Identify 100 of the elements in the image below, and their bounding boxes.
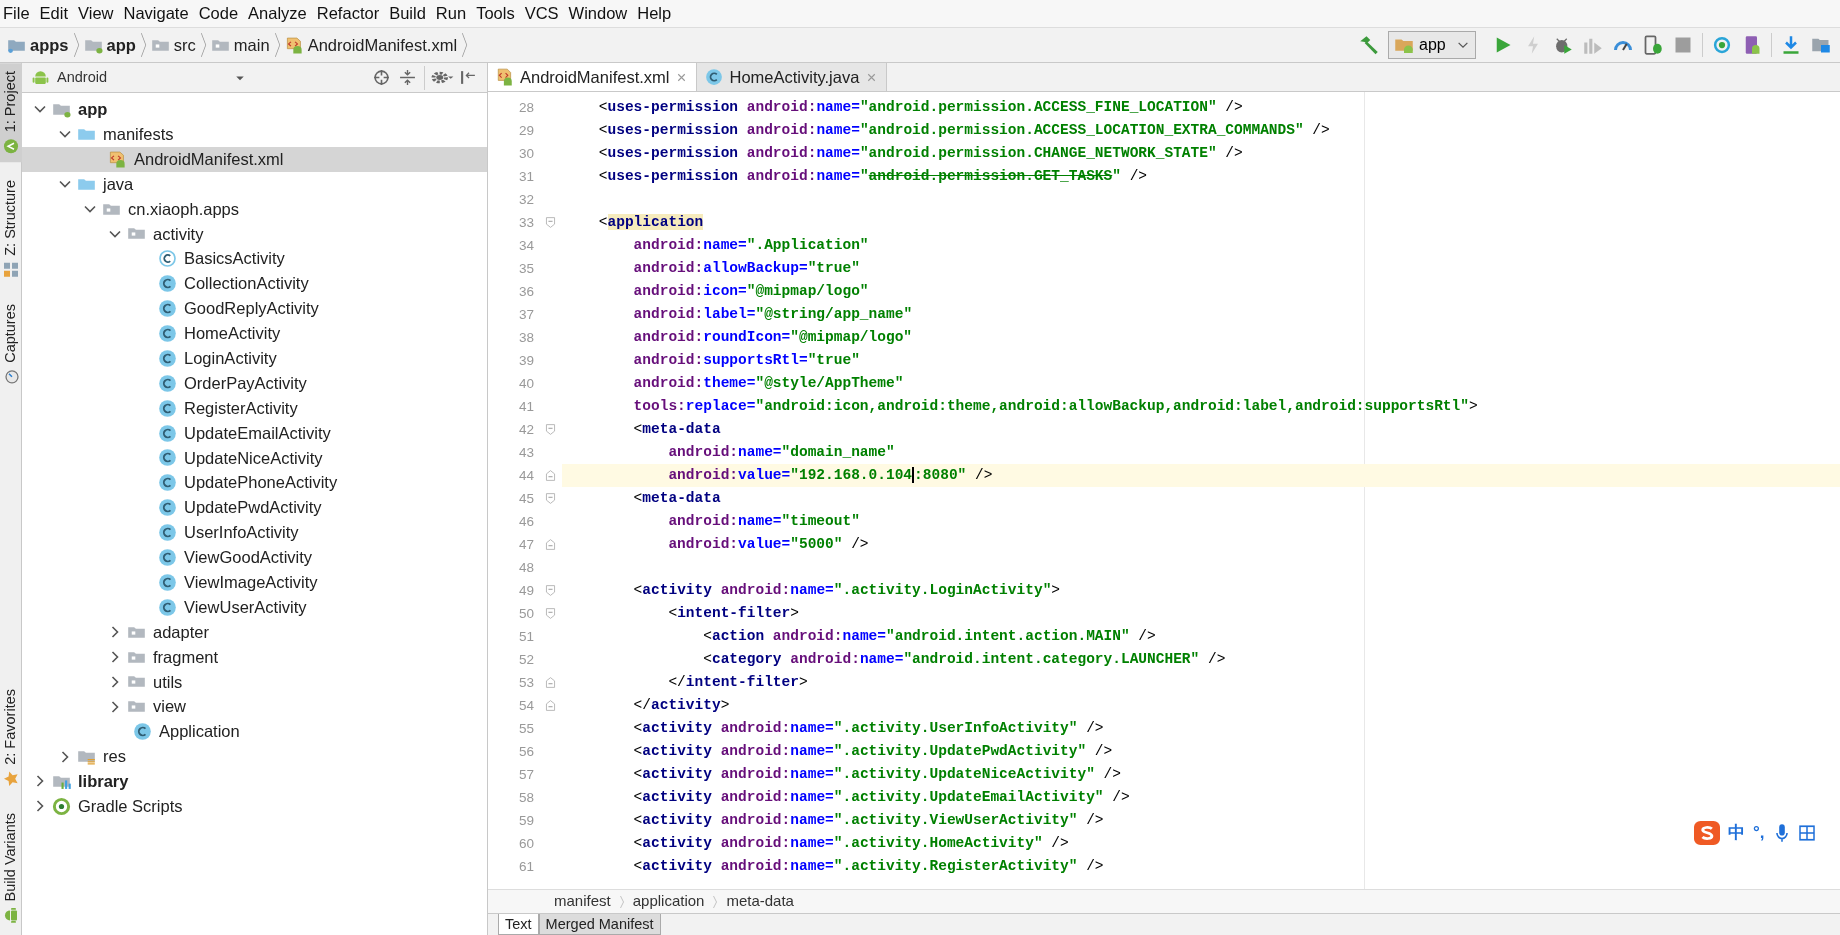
menu-item[interactable]: Window [565, 0, 635, 27]
code-line: android:name="timeout" [667, 512, 860, 531]
breadcrumb-item[interactable]: meta-data [724, 890, 796, 913]
line-number: 43 [517, 444, 535, 462]
punctuation-mode-label[interactable]: °, [1753, 820, 1765, 846]
line-number: 32 [517, 191, 535, 209]
breadcrumb-item[interactable]: main [207, 32, 273, 58]
settings-icon[interactable] [430, 69, 454, 86]
tool-window-tab[interactable]: Build Variants [0, 804, 22, 931]
sync-icon [1712, 35, 1732, 55]
tree-item[interactable]: OrderPayActivity [22, 370, 487, 396]
resource-folder-icon [77, 748, 96, 766]
menu-item[interactable]: Refactor [313, 0, 387, 27]
code-line: android:allowBackup="true" [632, 259, 860, 278]
menu-item[interactable]: Run [432, 0, 474, 27]
menu-item[interactable]: Help [634, 0, 679, 27]
tree-item[interactable]: adapter [22, 619, 487, 645]
tree-item[interactable]: ViewImageActivity [22, 569, 487, 595]
breadcrumb-item[interactable]: apps [4, 32, 72, 58]
line-number: 54 [517, 697, 535, 715]
menu-item[interactable]: Code [195, 0, 246, 27]
code-line: android:supportsRtl="true" [632, 351, 860, 370]
tree-item[interactable]: ViewGoodActivity [22, 545, 487, 570]
library-folder-icon [52, 773, 71, 790]
tool-window-tab[interactable]: Captures [0, 296, 22, 393]
line-number: 60 [517, 835, 535, 853]
tree-item[interactable]: library [22, 769, 487, 794]
code-line: <activity android:name=".activity.UpdateEmailActivity" /> [632, 788, 1130, 807]
breadcrumb-item[interactable]: manifest [552, 890, 613, 913]
menu-item[interactable]: File [0, 0, 37, 27]
collapse-icon[interactable] [398, 69, 416, 86]
crosshair-icon[interactable] [372, 69, 390, 86]
breadcrumb-item[interactable]: src [147, 32, 199, 58]
hide-panel-icon[interactable] [459, 69, 477, 86]
stop-icon [1673, 35, 1693, 55]
tree-item[interactable]: LoginActivity [22, 345, 487, 371]
run-config-dropdown[interactable]: app [1388, 31, 1476, 59]
tree-item[interactable]: UpdatePwdActivity [22, 495, 487, 521]
tree-item[interactable]: HomeActivity [22, 321, 487, 346]
line-number: 34 [517, 237, 535, 255]
tool-window-tab[interactable]: 1: Project [0, 63, 22, 163]
code-line: <category android:name="android.intent.category.LAUNCHER" /> [702, 650, 1226, 669]
tree-item[interactable]: RegisterActivity [22, 395, 487, 421]
menu-item[interactable]: View [75, 0, 121, 27]
tree-item[interactable]: view [22, 694, 487, 720]
tree-item[interactable]: Gradle Scripts [22, 793, 487, 819]
tree-item[interactable]: cn.xiaoph.apps [22, 196, 487, 222]
xml-file-icon [284, 36, 304, 54]
tree-item[interactable]: fragment [22, 644, 487, 670]
code-line: <uses-permission android:name="android.permission.GET_TASKS" /> [597, 167, 1148, 186]
class-icon [705, 68, 724, 86]
tree-item[interactable]: Application [22, 719, 487, 745]
tree-item[interactable]: app [22, 97, 487, 122]
menu-item[interactable]: Build [386, 0, 433, 27]
editor-mode-tab[interactable]: Merged Manifest [538, 914, 661, 935]
breadcrumb-item[interactable]: AndroidManifest.xml [281, 32, 461, 58]
editor-mode-tab[interactable]: Text [498, 914, 539, 935]
class-icon [158, 323, 177, 343]
editor-tab[interactable]: AndroidManifest.xml [488, 63, 698, 91]
tool-window-tab[interactable]: Z: Structure [0, 172, 22, 286]
bug-icon [1553, 35, 1573, 55]
code-line: <action android:name="android.intent.action.MAIN" /> [702, 627, 1156, 646]
input-method-logo-icon[interactable] [1694, 821, 1720, 845]
tree-item[interactable]: UpdateEmailActivity [22, 420, 487, 446]
code-line: <uses-permission android:name="android.permission.ACCESS_FINE_LOCATION" /> [597, 98, 1243, 117]
tree-item[interactable]: CollectionActivity [22, 271, 487, 297]
code-line: <uses-permission android:name="android.permission.ACCESS_LOCATION_EXTRA_COMMANDS" /> [597, 121, 1330, 140]
code-line: <activity android:name=".activity.RegisterActivity" /> [632, 857, 1104, 876]
breadcrumb-item[interactable]: application [630, 890, 707, 913]
chevron-right-icon [460, 33, 470, 57]
tree-item[interactable]: UpdatePhoneActivity [22, 470, 487, 496]
tree-item[interactable]: UserInfoActivity [22, 520, 487, 546]
tree-item[interactable]: manifests [22, 121, 487, 147]
tree-item[interactable]: BasicsActivity [22, 246, 487, 272]
input-mode-label[interactable]: 中 [1728, 820, 1745, 846]
tree-item[interactable]: UpdateNiceActivity [22, 445, 487, 471]
tree-item[interactable]: res [22, 744, 487, 770]
menu-item[interactable]: Analyze [245, 0, 314, 27]
tree-item[interactable]: java [22, 171, 487, 197]
menu-item[interactable]: Edit [36, 0, 76, 27]
keyboard-icon[interactable] [1798, 824, 1815, 842]
chevron-right-icon [71, 33, 81, 57]
line-number: 33 [517, 214, 535, 232]
menu-item[interactable]: VCS [521, 0, 566, 27]
class-icon [158, 274, 177, 294]
menu-item[interactable]: Navigate [120, 0, 196, 27]
class-icon [158, 299, 177, 319]
menu-item[interactable]: Tools [473, 0, 522, 27]
tree-item[interactable]: AndroidManifest.xml [22, 146, 487, 172]
tree-item[interactable]: ViewUserActivity [22, 594, 487, 620]
tree-item[interactable]: GoodReplyActivity [22, 296, 487, 321]
code-line: <meta-data [632, 420, 721, 439]
class-icon [158, 398, 177, 418]
tree-item[interactable]: activity [22, 221, 487, 247]
tree-item[interactable]: utils [22, 669, 487, 695]
tool-window-tab[interactable]: 2: Favorites [0, 680, 22, 795]
line-number: 53 [517, 674, 535, 692]
class-icon [158, 597, 177, 617]
editor-tab[interactable]: HomeActivity.java [697, 63, 888, 91]
breadcrumb-item[interactable]: app [80, 32, 139, 58]
